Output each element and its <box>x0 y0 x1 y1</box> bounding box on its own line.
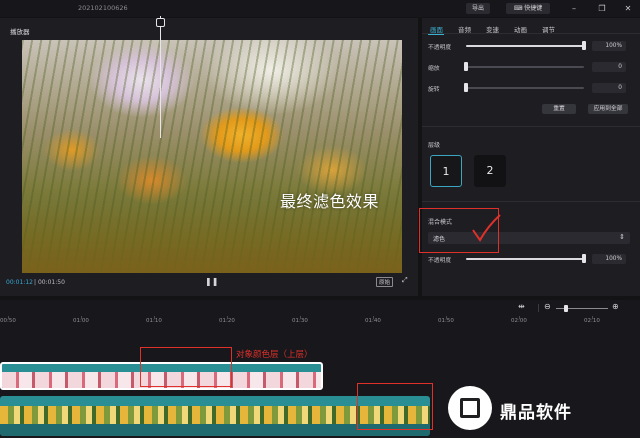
blend-opacity-slider[interactable] <box>582 254 586 263</box>
playhead-handle[interactable] <box>156 18 165 27</box>
shortcut-button[interactable]: ⌨ 快捷键 <box>506 3 550 14</box>
reset-button[interactable]: 重置 <box>542 104 576 114</box>
keyboard-icon: ⌨ <box>513 5 523 12</box>
section-divider <box>422 126 640 127</box>
properties-panel: 画面 音频 变速 动画 调节 不透明度 100% 缩放 0 旋转 0 重置 应用… <box>422 18 640 296</box>
brand-logo-mark <box>460 398 480 418</box>
video-preview[interactable]: 最终滤色效果 <box>22 40 402 273</box>
tool-divider <box>538 304 539 312</box>
current-time: 00:01:12 <box>6 279 33 286</box>
section-divider <box>422 201 640 202</box>
timeline-tools: ⇹ ⊖ ⊕ <box>0 300 640 314</box>
layer-2-button[interactable]: 2 <box>474 155 506 187</box>
original-ratio-button[interactable]: 原始 <box>376 277 394 287</box>
apply-all-button[interactable]: 应用到全部 <box>588 104 628 114</box>
link-icon[interactable]: ⇹ <box>518 302 525 311</box>
scale-track[interactable] <box>466 66 584 68</box>
ruler-tick-label: 02:10 <box>584 318 600 324</box>
time-ruler[interactable]: 00:50 01:00 01:10 01:20 01:30 01:40 01:50 02:00… <box>0 316 640 328</box>
zoom-out-icon[interactable]: ⊖ <box>544 302 551 311</box>
opacity-fill <box>466 45 584 47</box>
scale-slider[interactable] <box>464 62 468 71</box>
ruler-tick-label: 01:30 <box>292 318 308 324</box>
opacity-row: 不透明度 100% <box>428 41 634 51</box>
blend-opacity-row: 不透明度 100% <box>428 254 634 264</box>
blend-opacity-value[interactable]: 100% <box>592 254 626 264</box>
scale-row: 缩放 0 <box>428 62 634 72</box>
player-title: 播放器 <box>10 28 30 36</box>
minimize-icon[interactable]: – <box>568 3 580 14</box>
playhead-line[interactable] <box>160 16 161 138</box>
blend-opacity-fill <box>466 258 584 260</box>
rotate-track[interactable] <box>466 87 584 89</box>
ruler-tick-label: 02:00 <box>511 318 527 324</box>
ruler-tick-label: 01:20 <box>219 318 235 324</box>
ruler-tick-label: 01:50 <box>438 318 454 324</box>
opacity-slider[interactable] <box>582 41 586 50</box>
rotate-slider[interactable] <box>464 83 468 92</box>
brand-name: 鼎品软件 <box>500 403 572 423</box>
checkmark-annotation-icon <box>472 214 501 242</box>
opacity-label: 不透明度 <box>428 45 452 51</box>
rotate-value[interactable]: 0 <box>592 83 626 93</box>
top-bar: 202102100626 导出 ⌨ 快捷键 – ❐ ✕ <box>0 0 640 17</box>
opacity-value[interactable]: 100% <box>592 41 626 51</box>
player-panel: 播放器 最终滤色效果 00:01:12 | 00:01:50 ❚❚ 原始 ⤢ <box>0 18 418 296</box>
grass-shade <box>22 203 402 273</box>
watermark: 鼎品软件 <box>438 380 640 438</box>
layer-1-button[interactable]: 1 <box>430 155 462 187</box>
property-tabs: 画面 音频 变速 动画 调节 <box>422 24 640 36</box>
ruler-tick-label: 01:00 <box>73 318 89 324</box>
zoom-in-icon[interactable]: ⊕ <box>612 302 619 311</box>
project-name: 202102100626 <box>78 4 128 12</box>
shortcut-label: 快捷键 <box>524 5 543 12</box>
export-button[interactable]: 导出 <box>466 3 490 14</box>
tab-divider <box>422 33 640 34</box>
active-tab-underline <box>428 34 444 35</box>
pause-icon[interactable]: ❚❚ <box>205 277 218 286</box>
updown-icon: ⇕ <box>619 233 625 241</box>
fullscreen-icon[interactable]: ⤢ <box>402 276 408 285</box>
scale-value[interactable]: 0 <box>592 62 626 72</box>
rotate-row: 旋转 0 <box>428 83 634 93</box>
annotation-top-layer: 对象颜色层（上层） <box>236 350 313 360</box>
rotate-label: 旋转 <box>428 87 440 93</box>
ruler-tick-label: 00:50 <box>0 318 16 324</box>
blend-opacity-label: 不透明度 <box>428 258 452 264</box>
layer-label: 层级 <box>428 142 441 149</box>
video-caption: 最终滤色效果 <box>280 192 380 211</box>
restore-icon[interactable]: ❐ <box>596 3 608 14</box>
close-icon[interactable]: ✕ <box>622 3 634 14</box>
annotation-box-bottom-clip <box>357 383 433 430</box>
zoom-slider[interactable] <box>564 305 569 312</box>
total-time-value: 00:01:50 <box>37 279 65 286</box>
scale-label: 缩放 <box>428 66 440 72</box>
ruler-tick-label: 01:10 <box>146 318 162 324</box>
ruler-tick-label: 01:40 <box>365 318 381 324</box>
annotation-box-top-layer <box>140 347 232 387</box>
total-time: | 00:01:50 <box>34 279 65 286</box>
